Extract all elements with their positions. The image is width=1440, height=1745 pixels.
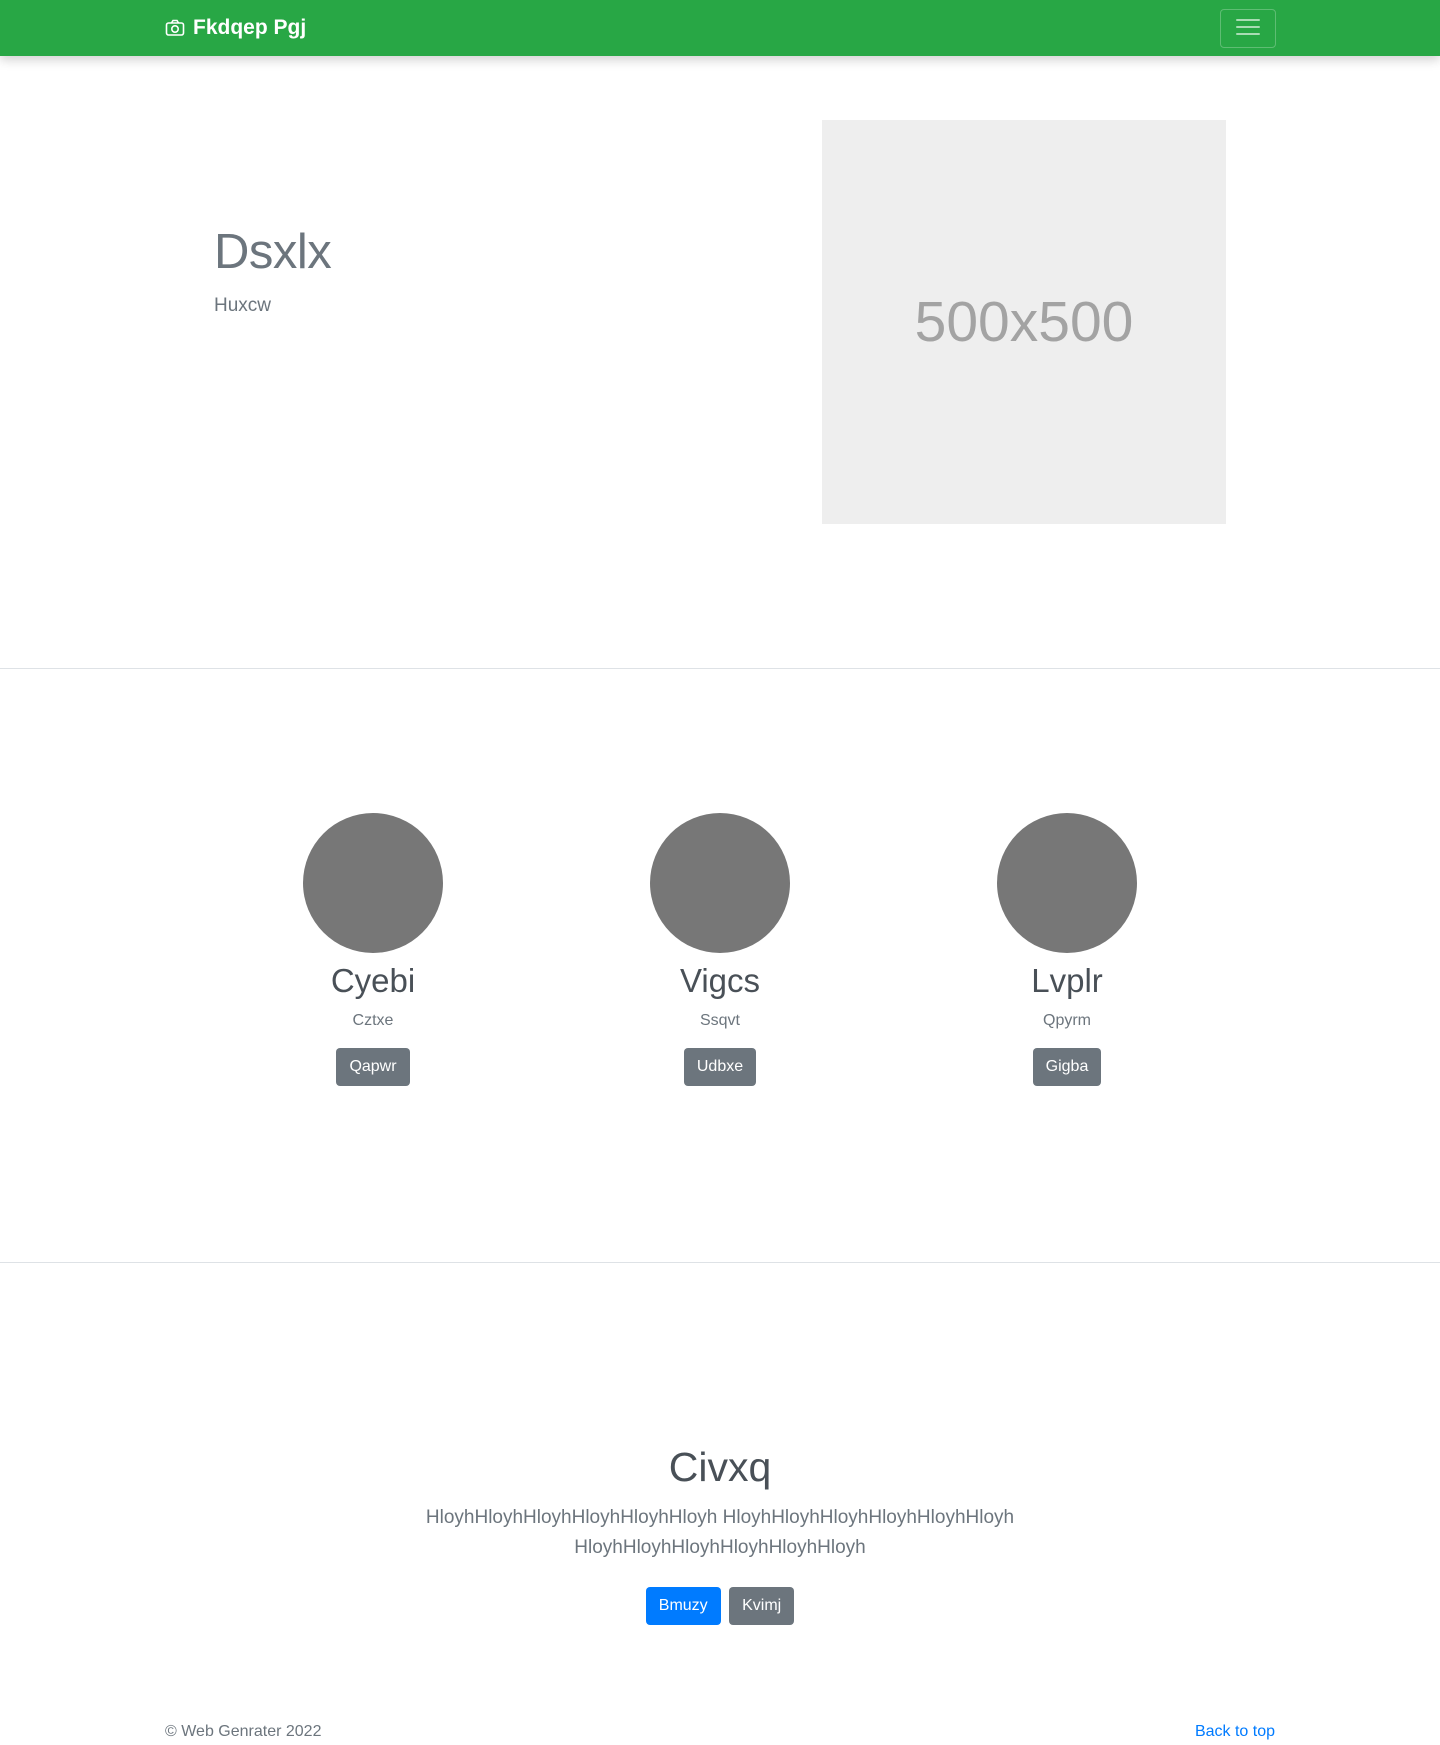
avatar — [650, 813, 790, 953]
footer-copyright: © Web Genrater 2022 — [165, 1723, 322, 1740]
member-button[interactable]: Qapwr — [336, 1048, 410, 1086]
avatar — [303, 813, 443, 953]
cta-buttons: Bmuzy Kvimj — [0, 1587, 1440, 1625]
cta-section: Civxq HloyhHloyhHloyhHloyhHloyhHloyh Hlo… — [0, 1443, 1440, 1625]
hamburger-menu-icon — [1233, 12, 1263, 45]
brand-name: Fkdqep Pgj — [193, 16, 307, 39]
member-name: Cyebi — [330, 962, 416, 999]
navbar-toggler-button[interactable] — [1220, 9, 1276, 48]
hero-title: Dsxlx — [214, 225, 332, 279]
brand-link[interactable]: Fkdqep Pgj — [165, 15, 306, 41]
camera-icon — [165, 18, 185, 38]
cta-text: HloyhHloyhHloyhHloyhHloyhHloyh HloyhHloy… — [425, 1507, 1015, 1558]
placeholder-image-label: 500x500 — [914, 290, 1134, 354]
back-to-top-link[interactable]: Back to top — [1195, 1723, 1275, 1741]
member-role: Ssqvt — [699, 1012, 740, 1029]
member-button[interactable]: Gigba — [1032, 1048, 1102, 1086]
hero-subtitle: Huxcw — [214, 295, 272, 316]
section-divider — [0, 1262, 1440, 1263]
section-divider — [0, 668, 1440, 669]
cta-primary-button[interactable]: Bmuzy — [645, 1587, 721, 1625]
cta-secondary-button[interactable]: Kvimj — [729, 1587, 795, 1625]
member-role: Qpyrm — [1043, 1012, 1091, 1029]
avatar — [997, 813, 1137, 953]
team-member-card: Lvplr Qpyrm Gigba — [917, 813, 1217, 1086]
member-button[interactable]: Udbxe — [683, 1048, 757, 1086]
navbar: Fkdqep Pgj — [0, 0, 1440, 56]
member-name: Vigcs — [679, 962, 761, 999]
team-member-card: Cyebi Cztxe Qapwr — [223, 813, 523, 1086]
team-member-card: Vigcs Ssqvt Udbxe — [570, 813, 870, 1086]
cta-title: Civxq — [668, 1444, 772, 1490]
member-role: Cztxe — [352, 1012, 394, 1029]
member-name: Lvplr — [1031, 962, 1103, 999]
placeholder-image: 500x500 — [822, 120, 1226, 524]
